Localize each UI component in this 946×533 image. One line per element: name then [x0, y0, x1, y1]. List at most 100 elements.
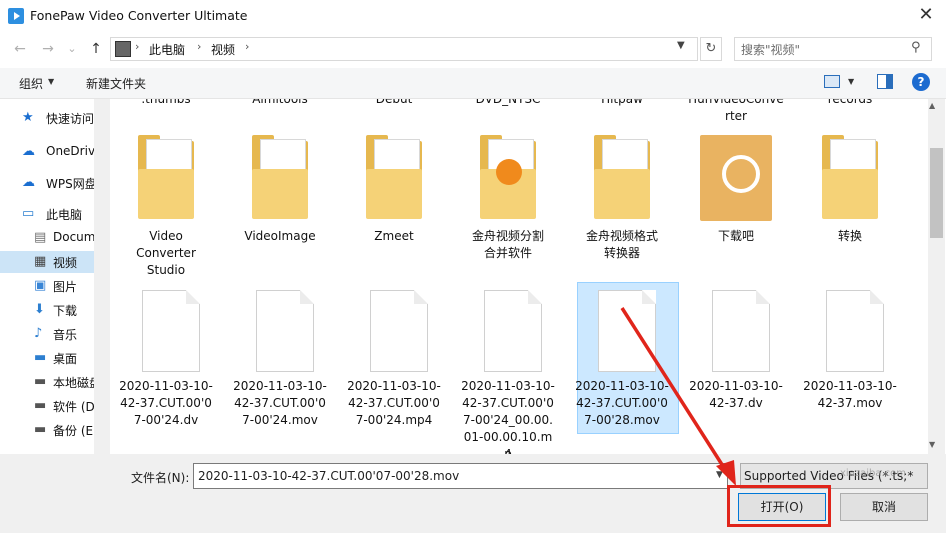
folder-label[interactable]: records — [802, 99, 898, 108]
folder-label[interactable]: Converter — [118, 245, 214, 262]
file-icon[interactable] — [712, 290, 770, 372]
folder-label[interactable]: 转换器 — [574, 245, 670, 262]
folder-label[interactable]: .thumbs — [118, 99, 214, 108]
file-label[interactable]: 42-37.CUT.00'0 — [574, 395, 670, 412]
chevron-down-icon: ▼ — [48, 77, 55, 86]
folder-label[interactable]: Video — [118, 228, 214, 245]
sidebar-scrollbar[interactable] — [94, 99, 110, 454]
file-label[interactable]: 7-00'24_00.00. — [460, 412, 556, 429]
sidebar-item[interactable]: ★ 快速访问 — [0, 107, 94, 129]
picture-icon: ▣ — [34, 278, 47, 293]
window-title: FonePaw Video Converter Ultimate — [30, 8, 248, 23]
folder-label[interactable]: Aimitools — [232, 99, 328, 108]
file-label[interactable]: 42-37.dv — [688, 395, 784, 412]
sidebar-item[interactable]: ⬇ 下载 — [0, 299, 94, 321]
search-icon: ⚲ — [911, 40, 921, 55]
folder-label[interactable]: rter — [688, 108, 784, 125]
chevron-down-icon[interactable]: ▼ — [677, 40, 685, 51]
file-label[interactable]: 2020-11-03-10- — [346, 378, 442, 395]
view-mode-icon[interactable] — [824, 75, 840, 88]
sidebar-item-label: WPS网盘 — [46, 177, 94, 191]
filename-input[interactable]: 2020-11-03-10-42-37.CUT.00'07-00'28.mov — [193, 463, 728, 489]
folder-label[interactable]: Studio — [118, 262, 214, 279]
chevron-down-icon[interactable]: ▼ — [848, 77, 854, 86]
file-label[interactable]: 7-00'24.dv — [118, 412, 214, 429]
file-icon[interactable] — [484, 290, 542, 372]
file-label[interactable]: 2020-11-03-10- — [460, 378, 556, 395]
folder-label[interactable]: DVD_NTSC — [460, 99, 556, 108]
chevron-down-icon[interactable]: ▼ — [716, 470, 723, 480]
file-icon[interactable] — [826, 290, 884, 372]
sidebar-item-label: 图片 — [53, 280, 78, 294]
folder-label[interactable]: Zmeet — [346, 228, 442, 245]
sidebar-item[interactable]: ▬ 软件 (D:) — [0, 395, 94, 417]
file-label[interactable]: 4 — [460, 446, 556, 454]
download-icon: ⬇ — [34, 302, 45, 317]
address-bar[interactable]: › 此电脑 › 视频 › ▼ — [110, 37, 698, 61]
folder-label[interactable]: VideoImage — [232, 228, 328, 245]
sidebar-item[interactable]: ☁ WPS网盘 — [0, 172, 94, 194]
help-icon[interactable]: ? — [912, 73, 930, 91]
sidebar-item-label: 视频 — [53, 256, 78, 270]
folder-label[interactable]: Debut — [346, 99, 442, 108]
folder-label[interactable]: 合并软件 — [460, 245, 556, 262]
file-label[interactable]: 2020-11-03-10- — [802, 378, 898, 395]
file-label[interactable]: 42-37.CUT.00'0 — [346, 395, 442, 412]
sidebar-item-label: 音乐 — [53, 328, 78, 342]
folder-label[interactable]: 金舟视频分割 — [460, 228, 556, 245]
forward-arrow-icon[interactable]: → — [38, 40, 58, 58]
cloud-icon: ☁ — [22, 144, 35, 159]
organize-menu[interactable]: 组织 — [19, 75, 43, 92]
sidebar-item[interactable]: ▬ 本地磁盘 — [0, 371, 94, 393]
file-label[interactable]: 7-00'24.mp4 — [346, 412, 442, 429]
file-icon[interactable] — [598, 290, 656, 372]
preview-pane-icon[interactable] — [877, 74, 893, 89]
sidebar-item-label: OneDrive — [46, 144, 94, 158]
file-label[interactable]: 7-00'28.mov — [574, 412, 670, 429]
file-label[interactable]: 2020-11-03-10- — [688, 378, 784, 395]
scroll-up-icon[interactable]: ▲ — [929, 101, 935, 110]
folder-label[interactable]: iTunVideoConve — [688, 99, 784, 108]
up-arrow-icon[interactable]: ↑ — [86, 40, 106, 58]
sidebar-item[interactable]: ♪ 音乐 — [0, 323, 94, 345]
folder-label[interactable]: Hitpaw — [574, 99, 670, 108]
file-label[interactable]: 42-37.CUT.00'0 — [232, 395, 328, 412]
sidebar-item[interactable]: ▦ 视频 — [0, 251, 94, 273]
folder-label[interactable]: 下载吧 — [688, 228, 784, 245]
file-label[interactable]: 42-37.mov — [802, 395, 898, 412]
recent-locations-icon[interactable]: ⌄ — [62, 40, 82, 58]
new-folder-button[interactable]: 新建文件夹 — [86, 75, 146, 92]
sidebar-item[interactable]: ▬ 桌面 — [0, 347, 94, 369]
sidebar-item-label: 快速访问 — [46, 112, 94, 126]
sidebar-item[interactable]: ▬ 备份 (E:) — [0, 419, 94, 441]
breadcrumb-videos[interactable]: 视频 — [211, 41, 235, 58]
file-label[interactable]: 7-00'24.mov — [232, 412, 328, 429]
refresh-button[interactable]: ↻ — [700, 37, 722, 61]
cancel-button[interactable]: 取消 — [840, 493, 928, 521]
file-icon[interactable] — [370, 290, 428, 372]
sidebar-item-label: 本地磁盘 — [53, 376, 94, 390]
file-label[interactable]: 2020-11-03-10- — [574, 378, 670, 395]
file-icon[interactable] — [256, 290, 314, 372]
sidebar-item[interactable]: ▤ Documents — [0, 227, 94, 249]
sidebar-item[interactable]: ▣ 图片 — [0, 275, 94, 297]
folder-label[interactable]: 转换 — [802, 228, 898, 245]
video-folder-icon — [115, 41, 131, 57]
file-label[interactable]: 2020-11-03-10- — [118, 378, 214, 395]
scrollbar-thumb[interactable] — [930, 148, 943, 238]
folder-label[interactable]: 金舟视频格式 — [574, 228, 670, 245]
file-label[interactable]: 42-37.CUT.00'0 — [118, 395, 214, 412]
star-icon: ★ — [22, 110, 34, 125]
file-label[interactable]: 42-37.CUT.00'0 — [460, 395, 556, 412]
breadcrumb-this-pc[interactable]: 此电脑 — [149, 41, 185, 58]
close-button[interactable]: ✕ — [906, 0, 946, 32]
search-box[interactable]: 搜索"视频" ⚲ — [734, 37, 932, 61]
file-icon[interactable] — [142, 290, 200, 372]
file-label[interactable]: 2020-11-03-10- — [232, 378, 328, 395]
sidebar-item[interactable]: ☁ OneDrive — [0, 141, 94, 163]
scroll-down-icon[interactable]: ▼ — [929, 440, 935, 449]
back-arrow-icon[interactable]: ← — [10, 40, 30, 58]
sidebar-item-label: 备份 (E:) — [53, 424, 94, 438]
sidebar-item[interactable]: ▭ 此电脑 — [0, 203, 94, 225]
drive-icon: ▬ — [34, 422, 47, 437]
